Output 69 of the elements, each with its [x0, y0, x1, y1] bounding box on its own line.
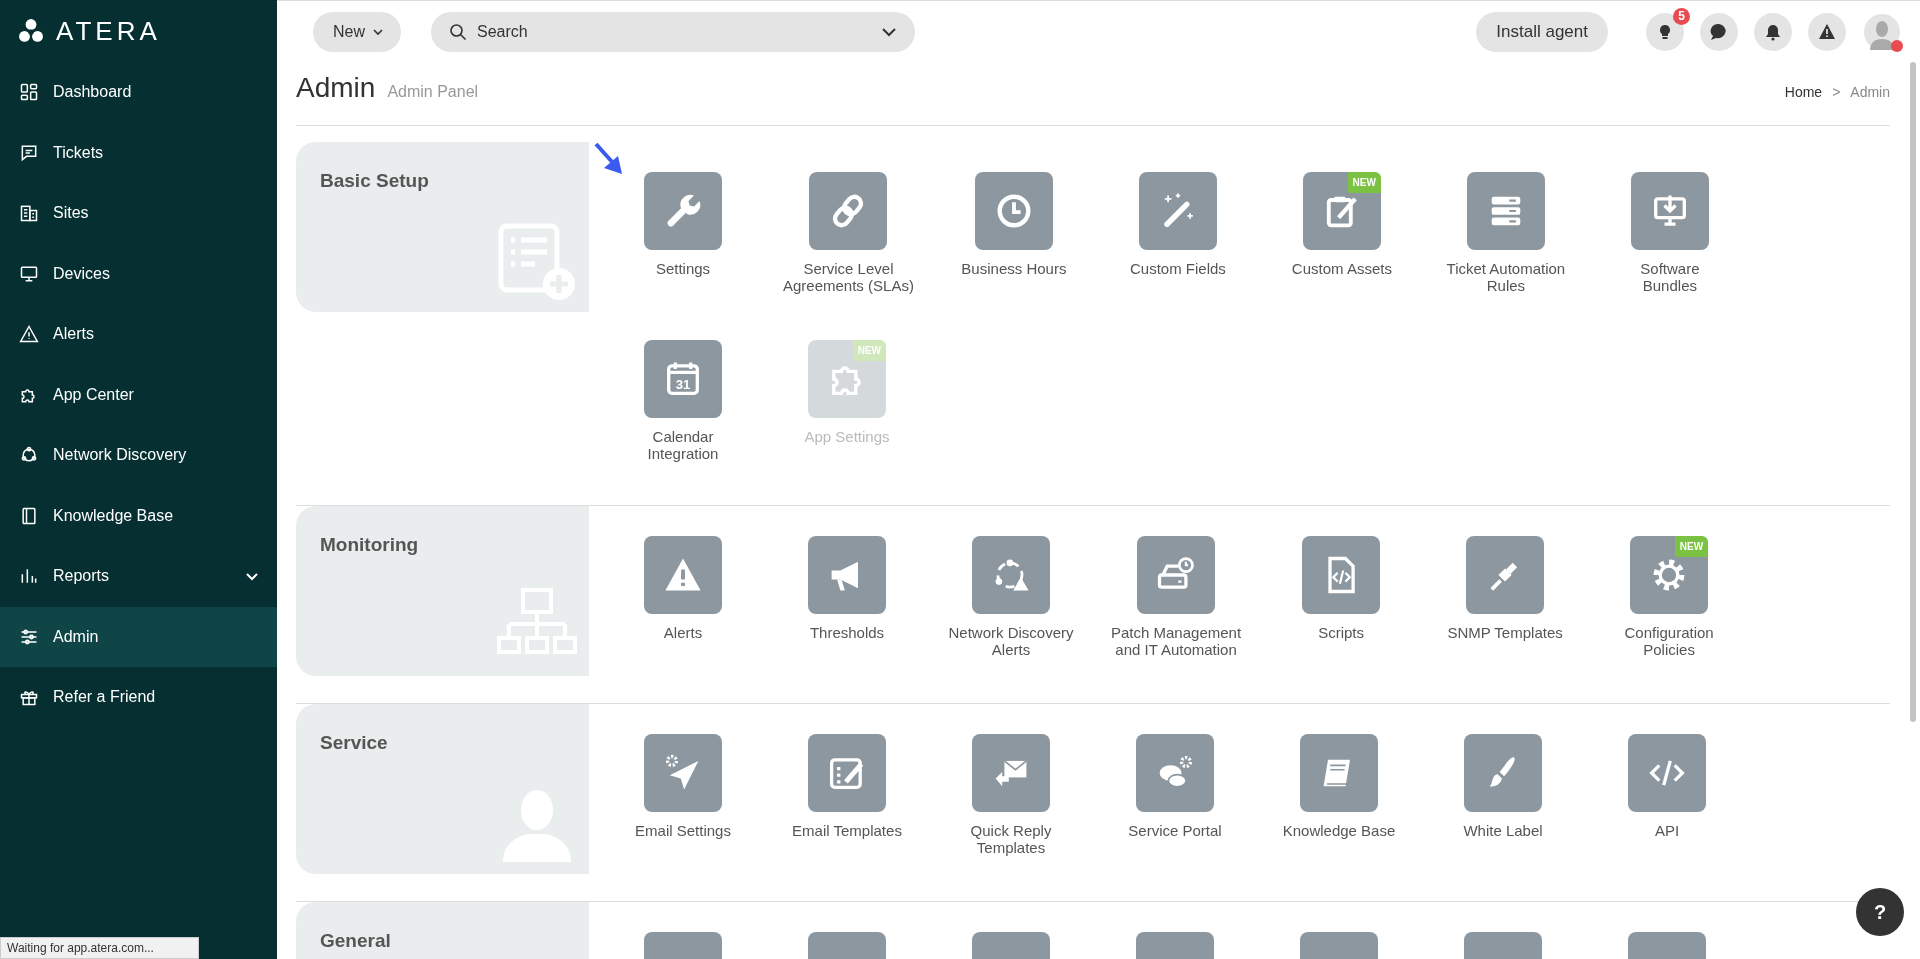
sidebar-item[interactable]: Admin [0, 606, 277, 667]
status-bar: Waiting for app.atera.com... [0, 937, 199, 959]
new-badge: NEW [1347, 172, 1381, 193]
admin-shortcut[interactable]: Patch Management and IT Automation [1093, 536, 1260, 674]
new-badge: NEW [852, 340, 886, 361]
admin-shortcut[interactable]: Software Bundles [1587, 172, 1752, 310]
admin-shortcut[interactable]: Scripts [1259, 536, 1424, 674]
search-icon [449, 22, 467, 41]
avatar[interactable] [1864, 13, 1900, 50]
admin-shortcut[interactable]: 31 Calendar Integration [601, 340, 765, 478]
sidebar-item[interactable]: Refer a Friend [0, 667, 277, 728]
sidebar-item[interactable]: Tickets [0, 122, 277, 183]
breadcrumb-link[interactable]: Home [1784, 84, 1823, 100]
warning-icon [1818, 22, 1836, 41]
page-title: Admin [296, 72, 376, 104]
admin-shortcut[interactable]: Settings [601, 172, 765, 310]
admin-shortcut[interactable]: Alerts [601, 536, 765, 674]
page-subtitle: Admin Panel [387, 83, 479, 101]
bell-icon [1764, 22, 1782, 41]
logo-icon [18, 18, 44, 44]
admin-shortcut[interactable]: White Label [1421, 734, 1585, 872]
admin-shortcut[interactable]: Network Discovery Alerts [929, 536, 1093, 674]
sidebar-item[interactable]: Reports [0, 546, 277, 607]
lightbulb-button[interactable] [1646, 12, 1684, 51]
admin-shortcut[interactable]: Custom Fields [1095, 172, 1260, 310]
install-agent-button[interactable]: Install agent [1476, 11, 1608, 52]
admin-shortcut[interactable]: Service Portal [1093, 734, 1257, 872]
admin-shortcut[interactable]: SNMP Templates [1423, 536, 1588, 674]
scrollbar[interactable] [1910, 62, 1916, 722]
admin-shortcut[interactable]: Thresholds [765, 536, 929, 674]
notification-count-badge: 5 [1673, 7, 1690, 25]
person-silhouette-icon [1869, 19, 1895, 50]
admin-shortcut[interactable]: Email Settings [601, 734, 765, 872]
section-title: Monitoring [320, 534, 420, 556]
chat-button[interactable] [1700, 12, 1738, 51]
admin-shortcut[interactable]: NEW Custom Assets [1259, 172, 1424, 310]
grid-icon [19, 82, 39, 103]
sidebar-item[interactable]: App Center [0, 364, 277, 425]
search-field[interactable]: Search [431, 11, 915, 52]
section-title: Service [320, 732, 389, 754]
logo-wordmark: ATERA [56, 15, 161, 47]
notifications-button[interactable] [1754, 12, 1792, 51]
admin-shortcut[interactable]: API [1585, 734, 1749, 872]
breadcrumb-current: Admin [1850, 84, 1890, 100]
admin-shortcut[interactable]: Ticket Automation Rules [1423, 172, 1588, 310]
admin-shortcut[interactable]: NEW Configuration Policies [1587, 536, 1752, 674]
admin-shortcut[interactable]: Knowledge Base [1257, 734, 1421, 872]
book-icon [19, 505, 39, 526]
sidebar-item[interactable]: Alerts [0, 304, 277, 365]
new-button[interactable]: New [313, 11, 401, 52]
admin-shortcut[interactable]: Service Level Agreements (SLAs) [765, 172, 932, 310]
sidebar-item[interactable]: Knowledge Base [0, 485, 277, 546]
sidebar-item[interactable]: Sites [0, 183, 277, 244]
section-title: Basic Setup [320, 170, 430, 192]
admin-shortcut[interactable]: Quick Reply Templates [929, 734, 1093, 872]
alerts-button[interactable] [1808, 12, 1846, 51]
admin-shortcut[interactable]: Email Templates [765, 734, 929, 872]
status-dot [1891, 39, 1903, 52]
warning-icon [19, 324, 39, 345]
sidebar-item[interactable]: Network Discovery [0, 425, 277, 486]
chevron-down-icon [373, 26, 383, 37]
breadcrumb-separator: > [1832, 84, 1841, 100]
help-button[interactable]: ? [1856, 888, 1904, 936]
sidebar-item[interactable]: Dashboard [0, 62, 277, 123]
section-title: General [320, 930, 392, 952]
sidebar-item[interactable]: Devices [0, 243, 277, 304]
new-badge: NEW [1674, 536, 1709, 557]
building-icon [19, 203, 39, 224]
admin-shortcut[interactable]: Business Hours [931, 172, 1096, 310]
